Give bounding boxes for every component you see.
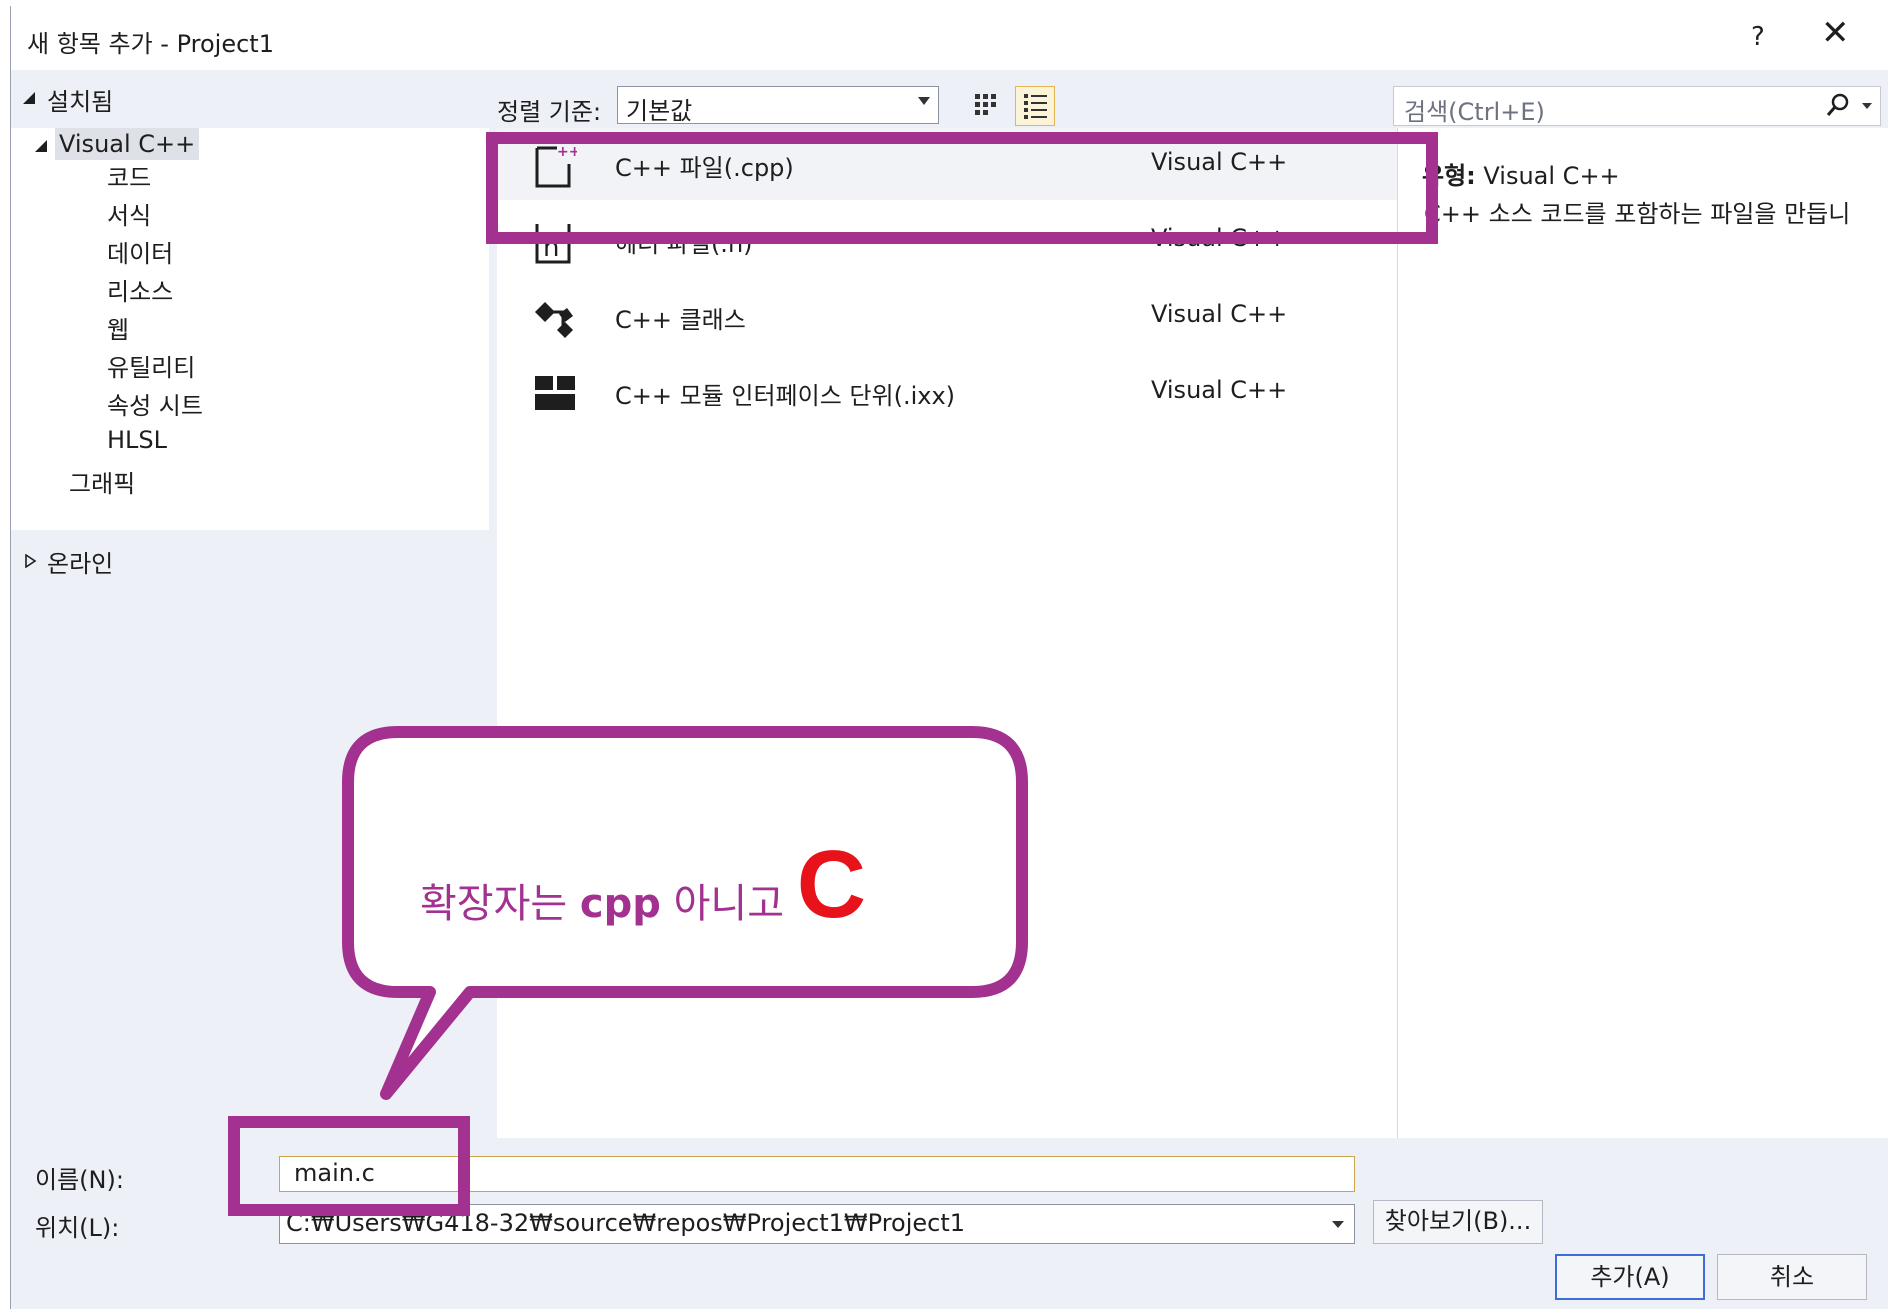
callout-middle: 아니고	[673, 881, 785, 927]
callout-prefix: 확장자는	[420, 881, 568, 927]
callout-c: C	[796, 831, 867, 938]
callout-cpp: cpp	[579, 881, 661, 927]
callout-text: 확장자는 cpp 아니고 C	[420, 830, 866, 940]
callout-bubble	[342, 726, 1028, 1100]
